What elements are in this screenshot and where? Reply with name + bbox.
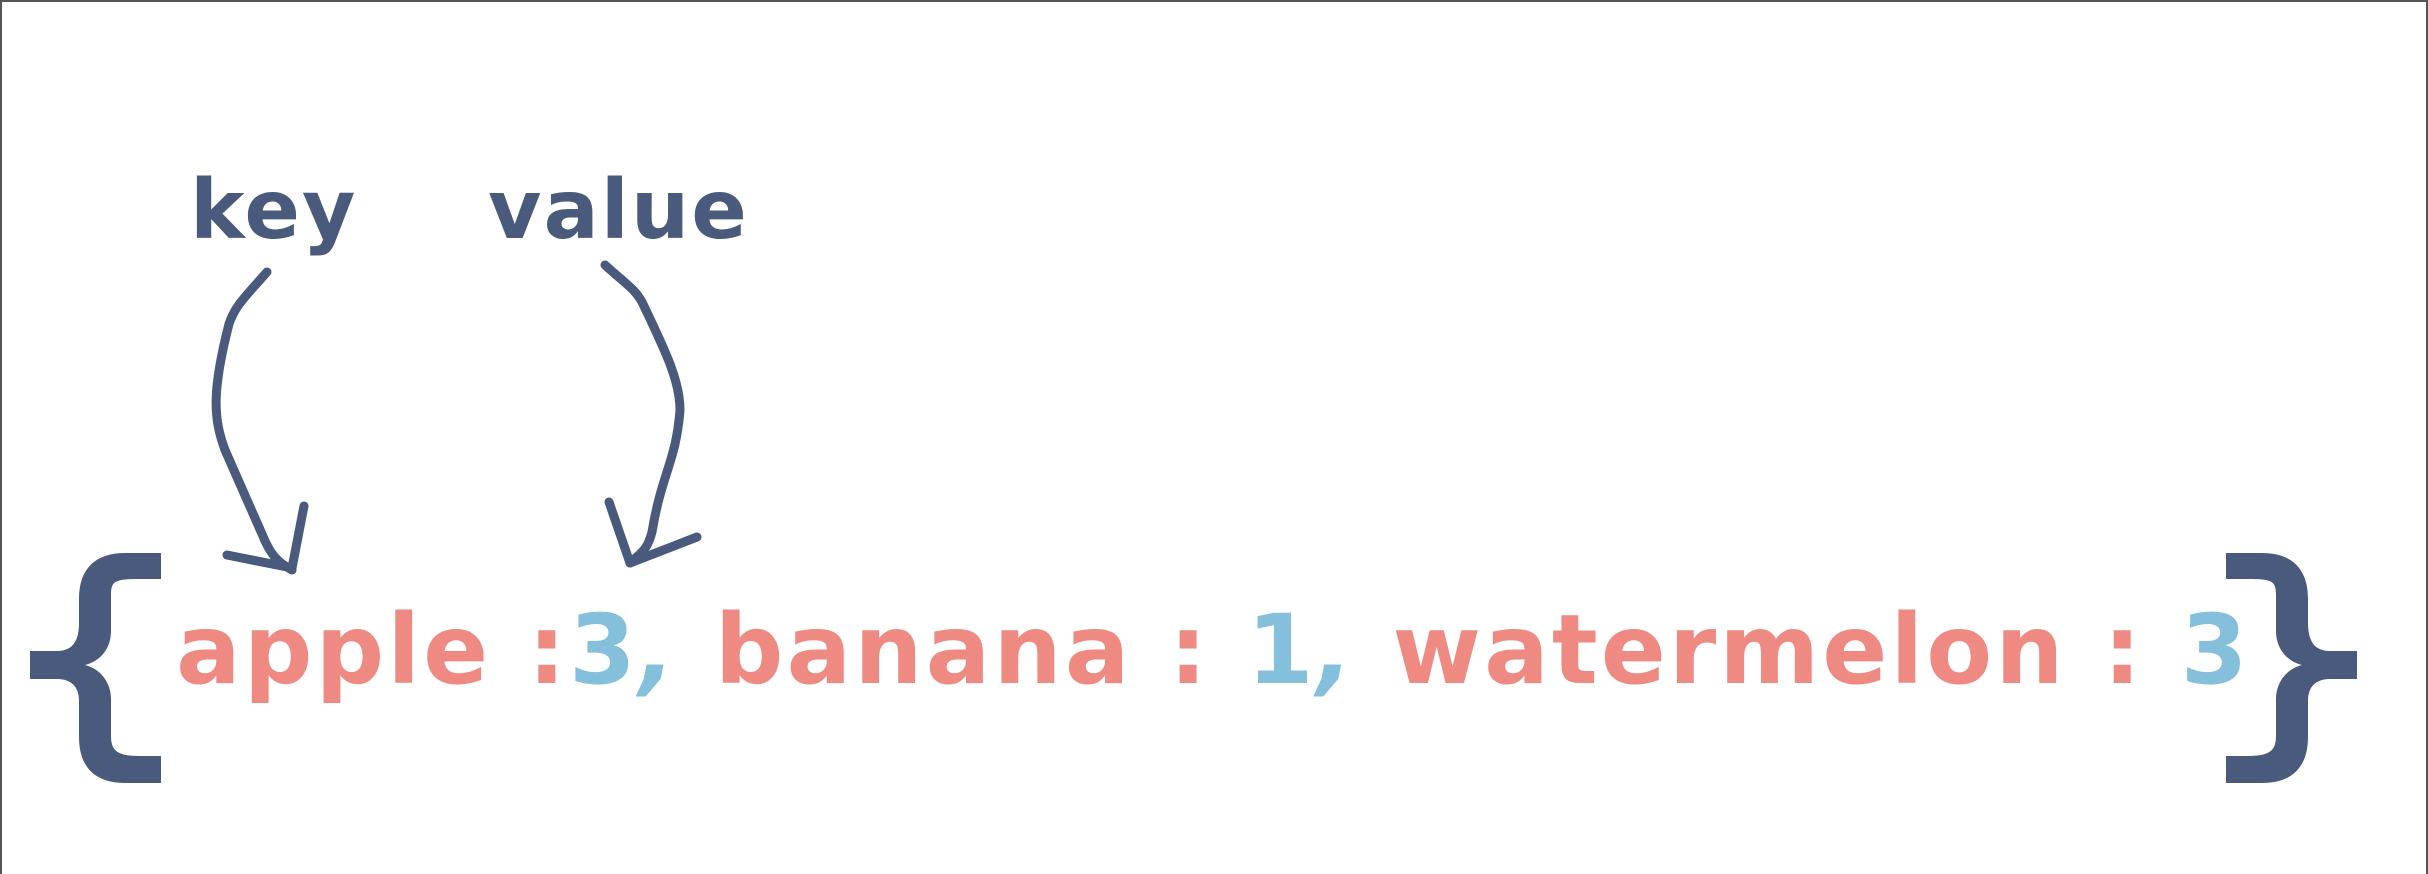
diagram-canvas: key value apple :3, banana : 1, watermel… bbox=[0, 0, 2428, 874]
close-brace bbox=[2226, 553, 2357, 783]
key-arrow bbox=[211, 267, 309, 575]
arrows-layer bbox=[211, 260, 702, 575]
entry-separator-watermelon: : bbox=[2066, 594, 2181, 706]
entry-comma-banana: , bbox=[1316, 594, 1356, 706]
entry-value-banana: 1 bbox=[1246, 594, 1317, 706]
dictionary-expression: apple :3, banana : 1, watermelon : 3 bbox=[176, 602, 2251, 698]
entry-key-watermelon: watermelon bbox=[1392, 594, 2067, 706]
entry-key-apple: apple bbox=[176, 594, 492, 706]
entry-value-apple: 3 bbox=[569, 594, 639, 706]
entry-comma-apple: , bbox=[638, 594, 679, 706]
entry-key-banana: banana bbox=[714, 594, 1133, 706]
value-arrow bbox=[600, 260, 702, 568]
key-arrow-shaft bbox=[211, 267, 297, 575]
entry-separator-banana: : bbox=[1132, 594, 1247, 706]
entry-separator-apple: : bbox=[491, 594, 570, 706]
open-brace bbox=[30, 553, 161, 783]
